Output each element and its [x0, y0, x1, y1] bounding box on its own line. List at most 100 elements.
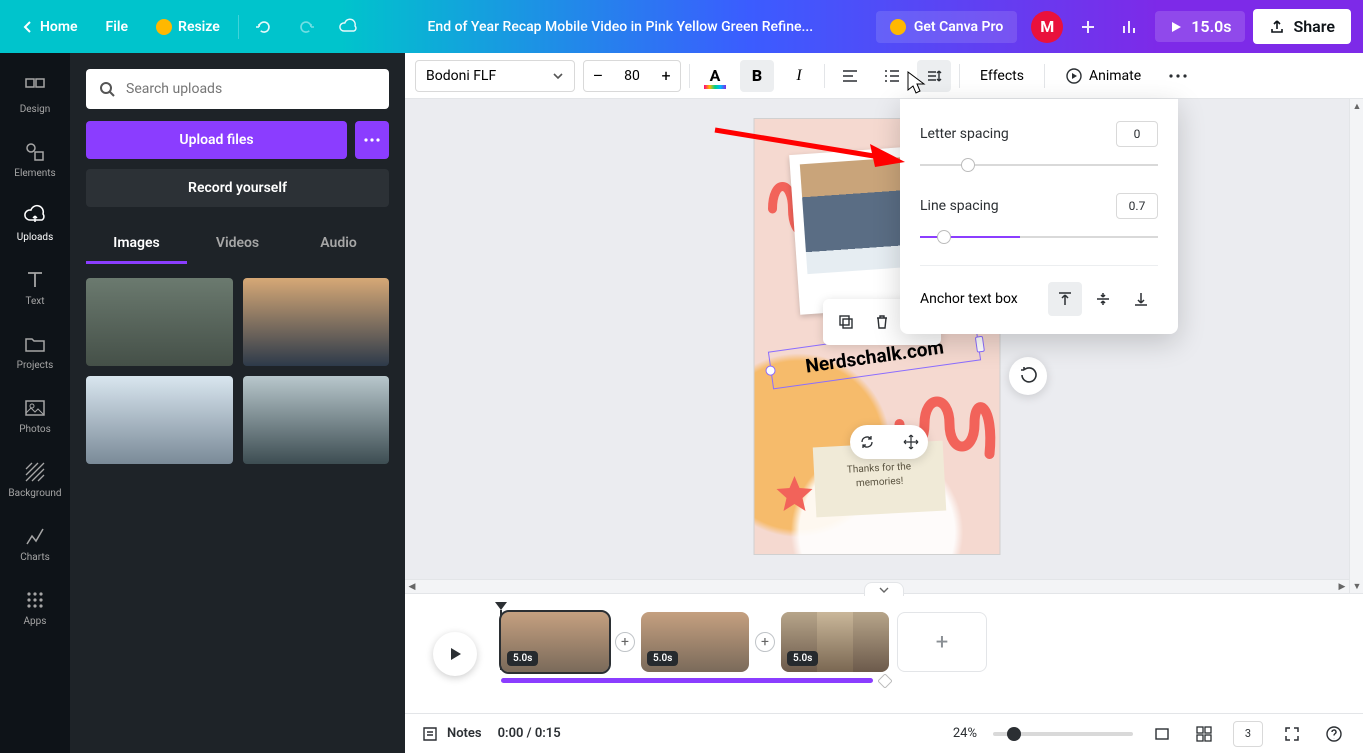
tab-videos[interactable]: Videos [187, 225, 288, 264]
separator [1044, 64, 1045, 88]
timeline-play-button[interactable] [433, 632, 477, 676]
timeline-clip[interactable]: 5.0s [781, 612, 889, 672]
file-menu[interactable]: File [96, 13, 139, 41]
home-label: Home [40, 19, 78, 35]
upload-thumb[interactable] [243, 376, 390, 464]
more-button[interactable] [1161, 60, 1195, 92]
add-clip-button[interactable]: + [615, 632, 635, 652]
letter-spacing-label: Letter spacing [920, 126, 1009, 142]
tab-images[interactable]: Images [86, 225, 187, 264]
align-icon [841, 67, 859, 85]
letter-spacing-slider[interactable] [920, 155, 1158, 175]
scroll-right-button[interactable]: ▶ [1335, 580, 1349, 594]
spacing-button[interactable] [917, 60, 951, 92]
font-size-increase[interactable]: + [652, 66, 680, 85]
rail-elements[interactable]: Elements [0, 127, 70, 191]
redo-button[interactable] [289, 10, 323, 44]
rail-uploads[interactable]: Uploads [0, 191, 70, 255]
avatar[interactable]: M [1031, 11, 1063, 43]
add-member-button[interactable] [1071, 10, 1105, 44]
transition-marker[interactable] [878, 674, 892, 688]
page-count-button[interactable]: 3 [1233, 721, 1263, 747]
timeline-clip[interactable]: 5.0s [641, 612, 749, 672]
rail-projects[interactable]: Projects [0, 319, 70, 383]
insights-button[interactable] [1113, 10, 1147, 44]
help-button[interactable] [1321, 721, 1347, 747]
separator [824, 64, 825, 88]
rail-photos[interactable]: Photos [0, 383, 70, 447]
text-color-button[interactable]: A [698, 60, 732, 92]
document-title[interactable]: End of Year Recap Mobile Video in Pink Y… [373, 19, 868, 35]
add-scene-button[interactable]: + [897, 612, 987, 672]
resize-handle-left[interactable] [765, 365, 776, 376]
font-size-decrease[interactable]: – [584, 66, 612, 85]
font-size-value[interactable]: 80 [612, 68, 652, 84]
record-yourself-button[interactable]: Record yourself [86, 169, 389, 207]
list-button[interactable] [875, 60, 909, 92]
letter-spacing-value[interactable]: 0 [1116, 121, 1158, 147]
rail-design[interactable]: Design [0, 63, 70, 127]
upload-thumb[interactable] [86, 376, 233, 464]
timeline-collapse-button[interactable] [864, 582, 904, 596]
anchor-middle-button[interactable] [1086, 282, 1120, 316]
resize-button[interactable]: Resize [146, 13, 230, 41]
delete-button[interactable] [865, 305, 899, 339]
bold-button[interactable]: B [740, 60, 774, 92]
zoom-slider[interactable] [993, 732, 1133, 736]
move-button[interactable] [898, 429, 924, 455]
element-replace-bar [850, 425, 928, 459]
annotation-arrow [710, 122, 910, 172]
anchor-top-button[interactable] [1048, 282, 1082, 316]
search-input[interactable] [126, 81, 377, 97]
fullscreen-button[interactable] [1279, 721, 1305, 747]
anchor-bottom-button[interactable] [1124, 282, 1158, 316]
slider-knob[interactable] [961, 158, 975, 172]
fit-view-button[interactable] [1149, 721, 1175, 747]
rail-charts[interactable]: Charts [0, 511, 70, 575]
rail-text[interactable]: Text [0, 255, 70, 319]
upload-thumb[interactable] [86, 278, 233, 366]
timeline-clip[interactable]: 5.0s [501, 612, 609, 672]
get-pro-button[interactable]: Get Canva Pro [876, 11, 1017, 43]
duplicate-button[interactable] [829, 305, 863, 339]
home-button[interactable]: Home [12, 13, 88, 41]
rail-background[interactable]: Background [0, 447, 70, 511]
separator [238, 15, 239, 39]
italic-button[interactable]: I [782, 60, 816, 92]
canvas-vertical-scrollbar[interactable]: ▲ ▼ [1349, 99, 1363, 593]
play-icon [447, 646, 463, 662]
text-color-icon: A [704, 65, 726, 87]
slider-knob[interactable] [937, 230, 951, 244]
regenerate-button[interactable] [1009, 357, 1047, 395]
alignment-button[interactable] [833, 60, 867, 92]
scroll-left-button[interactable]: ◀ [405, 580, 419, 594]
cloud-sync-icon[interactable] [331, 10, 365, 44]
share-button[interactable]: Share [1253, 9, 1351, 44]
preview-button[interactable]: 15.0s [1155, 11, 1245, 42]
separator [920, 265, 1158, 266]
canvas-area[interactable]: Thanks for the memories! Nerdschalk.com [405, 99, 1349, 593]
audio-track[interactable] [501, 678, 873, 683]
rail-apps[interactable]: Apps [0, 575, 70, 639]
replace-button[interactable] [854, 429, 880, 455]
upload-more-button[interactable] [355, 121, 389, 159]
grid-view-button[interactable] [1191, 721, 1217, 747]
separator [959, 64, 960, 88]
upload-thumb[interactable] [243, 278, 390, 366]
search-input-wrap[interactable] [86, 69, 389, 109]
scroll-up-button[interactable]: ▲ [1350, 99, 1363, 113]
crown-icon [890, 19, 906, 35]
upload-thumbnails [86, 278, 389, 464]
scroll-down-button[interactable]: ▼ [1350, 579, 1363, 593]
upload-files-button[interactable]: Upload files [86, 121, 347, 159]
zoom-knob[interactable] [1007, 727, 1021, 741]
add-clip-button[interactable]: + [755, 632, 775, 652]
line-spacing-slider[interactable] [920, 227, 1158, 247]
animate-button[interactable]: Animate [1053, 60, 1153, 92]
tab-audio[interactable]: Audio [288, 225, 389, 264]
undo-button[interactable] [247, 10, 281, 44]
font-select[interactable]: Bodoni FLF [415, 60, 575, 92]
effects-button[interactable]: Effects [968, 60, 1036, 92]
notes-button[interactable]: Notes [421, 725, 482, 743]
line-spacing-value[interactable]: 0.7 [1116, 193, 1158, 219]
